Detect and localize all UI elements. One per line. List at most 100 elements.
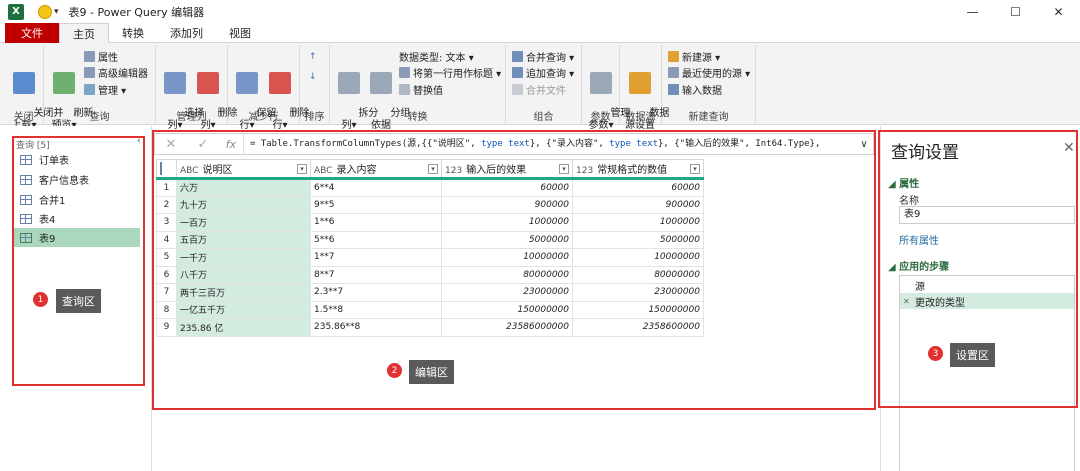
table-cell[interactable]: 1000000: [572, 213, 704, 232]
all-properties-link[interactable]: 所有属性: [899, 232, 939, 247]
table-cell[interactable]: 80000000: [572, 265, 704, 284]
combine-files-button[interactable]: 合并文件: [512, 82, 566, 97]
query-item[interactable]: 客户信息表: [14, 170, 140, 189]
split-column-button[interactable]: 拆分 列▾: [333, 47, 378, 144]
table-cell[interactable]: 1**6: [310, 213, 442, 232]
sort-descending-icon[interactable]: ↓: [309, 69, 317, 84]
table-cell[interactable]: 150000000: [572, 300, 704, 319]
maximize-icon[interactable]: ☐: [994, 0, 1037, 23]
table-cell[interactable]: 8**7: [310, 265, 442, 284]
row-number[interactable]: 2: [156, 195, 177, 214]
smiley-icon[interactable]: [38, 4, 52, 19]
advanced-editor-button[interactable]: 高级编辑器: [84, 65, 148, 80]
cancel-formula-icon[interactable]: ✕: [155, 137, 187, 152]
tab-file[interactable]: 文件: [5, 23, 59, 43]
table-cell[interactable]: 60000: [441, 178, 573, 197]
table-cell[interactable]: 一亿五千万: [176, 300, 311, 319]
table-cell[interactable]: 900000: [572, 195, 704, 214]
query-item[interactable]: 表4: [14, 209, 140, 228]
collapse-pane-icon[interactable]: ‹: [137, 136, 141, 146]
expand-formula-icon[interactable]: ∨: [855, 139, 873, 150]
table-cell[interactable]: 2358600000: [572, 318, 704, 337]
data-source-settings-button[interactable]: 数据 源设置: [624, 47, 669, 144]
step-item-selected[interactable]: ✕ 更改的类型: [900, 293, 1074, 309]
merge-queries-button[interactable]: 合并查询 ▾: [512, 49, 574, 64]
table-cell[interactable]: 一百万: [176, 213, 311, 232]
row-number[interactable]: 1: [156, 178, 177, 197]
table-cell[interactable]: 1000000: [441, 213, 573, 232]
table-cell[interactable]: 23000000: [572, 283, 704, 302]
keep-rows-button[interactable]: 保留 行▾: [231, 47, 276, 144]
table-cell[interactable]: 1.5**8: [310, 300, 442, 319]
close-window-icon[interactable]: ✕: [1037, 0, 1080, 23]
append-queries-button[interactable]: 追加查询 ▾: [512, 65, 574, 80]
table-cell[interactable]: 5000000: [572, 230, 704, 249]
recent-sources-button[interactable]: 最近使用的源 ▾: [668, 65, 750, 80]
table-cell[interactable]: 5**6: [310, 230, 442, 249]
properties-button[interactable]: 属性: [84, 49, 118, 64]
table-cell[interactable]: 80000000: [441, 265, 573, 284]
column-header[interactable]: 123 常规格式的数值 ▾: [572, 159, 704, 180]
table-menu-corner[interactable]: [156, 159, 177, 180]
choose-columns-button[interactable]: 选择 列▾: [159, 47, 204, 144]
row-number[interactable]: 4: [156, 230, 177, 249]
query-name-input[interactable]: 表9: [899, 206, 1075, 224]
table-cell[interactable]: 235.86 亿: [176, 318, 311, 337]
filter-dropdown-icon[interactable]: ▾: [559, 163, 569, 174]
table-cell[interactable]: 23586000000: [441, 318, 573, 337]
tab-transform[interactable]: 转换: [109, 23, 157, 43]
quick-access-arrow[interactable]: ▾: [54, 7, 59, 17]
group-by-button[interactable]: 分组 依据: [365, 47, 410, 144]
table-cell[interactable]: 六万: [176, 178, 311, 197]
new-source-button[interactable]: 新建源 ▾: [668, 49, 720, 64]
manage-parameters-button[interactable]: 管理 参数▾: [585, 47, 630, 144]
table-cell[interactable]: 2.3**7: [310, 283, 442, 302]
table-cell[interactable]: 1**7: [310, 248, 442, 267]
sort-ascending-icon[interactable]: ↑: [309, 49, 317, 64]
data-type-dropdown[interactable]: 数据类型: 文本 ▾: [399, 49, 474, 64]
row-number[interactable]: 9: [156, 318, 177, 337]
table-cell[interactable]: 60000: [572, 178, 704, 197]
row-number[interactable]: 7: [156, 283, 177, 302]
table-cell[interactable]: 五百万: [176, 230, 311, 249]
table-cell[interactable]: 5000000: [441, 230, 573, 249]
close-settings-icon[interactable]: ✕: [1063, 140, 1075, 156]
filter-dropdown-icon[interactable]: ▾: [428, 163, 438, 174]
filter-dropdown-icon[interactable]: ▾: [297, 163, 307, 174]
step-item[interactable]: 源: [900, 277, 1074, 293]
table-cell[interactable]: 6**4: [310, 178, 442, 197]
table-cell[interactable]: 两千三百万: [176, 283, 311, 302]
applied-steps-header[interactable]: ◢ 应用的步骤: [888, 258, 949, 273]
query-item[interactable]: 合并1: [14, 190, 140, 209]
table-cell[interactable]: 235.86**8: [310, 318, 442, 337]
filter-dropdown-icon[interactable]: ▾: [690, 163, 700, 174]
column-header[interactable]: 123 输入后的效果 ▾: [441, 159, 573, 180]
remove-columns-button[interactable]: 删除 列▾: [192, 47, 237, 144]
row-number[interactable]: 3: [156, 213, 177, 232]
table-cell[interactable]: 23000000: [441, 283, 573, 302]
tab-add-column[interactable]: 添加列: [157, 23, 216, 43]
table-cell[interactable]: 10000000: [441, 248, 573, 267]
tab-home[interactable]: 主页: [59, 23, 109, 43]
minimize-icon[interactable]: —: [951, 0, 994, 23]
properties-section-header[interactable]: ◢ 属性: [888, 175, 919, 190]
enter-data-button[interactable]: 输入数据: [668, 82, 722, 97]
table-cell[interactable]: 九十万: [176, 195, 311, 214]
column-header[interactable]: ABC 说明区 ▾: [176, 159, 311, 180]
manage-button[interactable]: 管理 ▾: [84, 82, 126, 97]
remove-rows-button[interactable]: 删除 行▾: [264, 47, 309, 144]
table-cell[interactable]: 一千万: [176, 248, 311, 267]
query-item-selected[interactable]: 表9: [14, 228, 140, 247]
confirm-formula-icon[interactable]: ✓: [187, 137, 219, 152]
row-number[interactable]: 8: [156, 300, 177, 319]
query-item[interactable]: 订单表: [14, 150, 140, 169]
quick-access[interactable]: ▾: [38, 4, 59, 19]
row-number[interactable]: 6: [156, 265, 177, 284]
row-number[interactable]: 5: [156, 248, 177, 267]
first-row-header-button[interactable]: 将第一行用作标题 ▾: [399, 65, 501, 80]
table-cell[interactable]: 八千万: [176, 265, 311, 284]
table-cell[interactable]: 150000000: [441, 300, 573, 319]
table-cell[interactable]: 900000: [441, 195, 573, 214]
table-cell[interactable]: 9**5: [310, 195, 442, 214]
table-cell[interactable]: 10000000: [572, 248, 704, 267]
